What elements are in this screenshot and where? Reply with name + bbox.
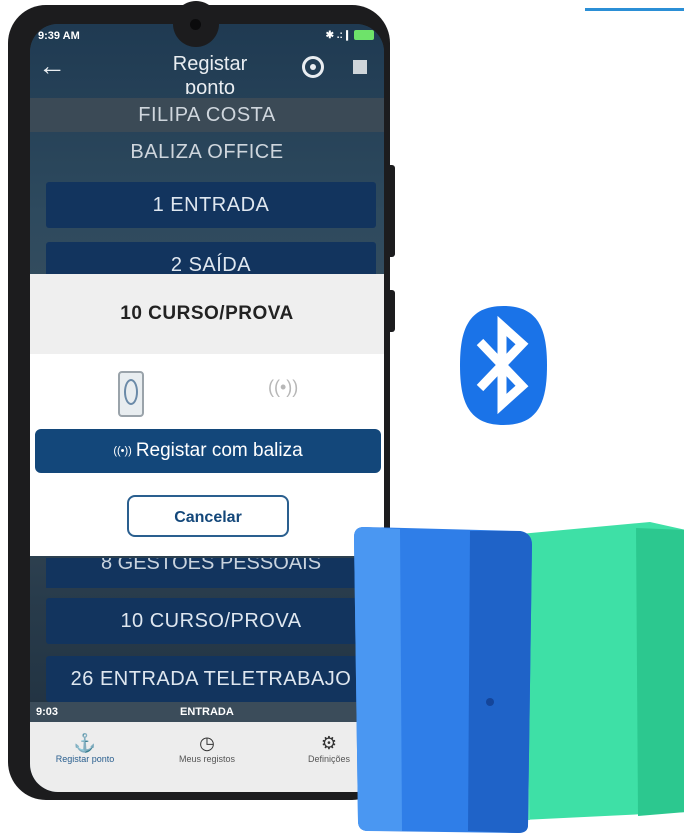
last-record-type: ENTRADA bbox=[180, 706, 234, 718]
beacon-signal-icon: ((•)) bbox=[268, 377, 299, 397]
bottom-navigation: ⚓ Registar ponto ◷ Meus registos ⚙ Defin… bbox=[30, 722, 384, 792]
register-dialog: 10 CURSO/PROVA ((•)) ((•)) Registar com b… bbox=[30, 274, 384, 556]
phone-screen: 9:39 AM ✱ .:❙ ← Registar ponto FILIPA CO… bbox=[30, 24, 384, 792]
dialog-title: 10 CURSO/PROVA bbox=[30, 274, 384, 354]
app-bar: ← Registar ponto bbox=[30, 48, 384, 94]
nav-meus-registos[interactable]: ◷ Meus registos bbox=[152, 732, 262, 764]
menu-item-gestoes-pessoais[interactable]: 8 GESTÕES PESSOAIS bbox=[46, 558, 376, 588]
employee-location: BALIZA OFFICE bbox=[130, 141, 284, 163]
status-time: 9:39 AM bbox=[38, 30, 80, 42]
employee-name: FILIPA COSTA bbox=[30, 98, 384, 132]
accent-line bbox=[585, 8, 684, 11]
menu-item-curso-prova[interactable]: 10 CURSO/PROVA bbox=[46, 598, 376, 644]
menu-item-entrada-teletrabajo[interactable]: 26 ENTRADA TELETRABAJO bbox=[46, 656, 376, 702]
beacon-icon: ((•)) bbox=[113, 445, 132, 457]
bluetooth-icon bbox=[460, 306, 547, 425]
register-with-beacon-button[interactable]: ((•)) Registar com baliza bbox=[35, 429, 381, 473]
phone-frame: 9:39 AM ✱ .:❙ ← Registar ponto FILIPA CO… bbox=[8, 1, 390, 800]
last-record-bar: 9:03 ENTRADA bbox=[30, 702, 384, 722]
arrow-left-icon[interactable]: ← bbox=[38, 52, 66, 80]
page-title: Registar ponto bbox=[172, 53, 248, 94]
status-icons: ✱ .:❙ bbox=[326, 30, 374, 41]
green-beacon bbox=[520, 522, 684, 820]
stop-icon[interactable] bbox=[353, 60, 367, 74]
cancel-button[interactable]: Cancelar bbox=[127, 495, 289, 537]
clock-icon: ◷ bbox=[199, 733, 215, 753]
nav-label: Registar ponto bbox=[55, 754, 115, 764]
blue-beacon bbox=[354, 527, 532, 833]
menu-item-label: 8 GESTÕES PESSOAIS bbox=[100, 558, 322, 574]
nav-label: Meus registos bbox=[178, 754, 236, 764]
signal-icon: ✱ .:❙ bbox=[325, 30, 352, 41]
beacon-scan-icon[interactable] bbox=[302, 56, 324, 78]
menu-item-entrada[interactable]: 1 ENTRADA bbox=[46, 182, 376, 228]
anchor-icon: ⚓ bbox=[73, 733, 97, 753]
last-record-time: 9:03 bbox=[36, 706, 59, 718]
nav-registar-ponto[interactable]: ⚓ Registar ponto bbox=[30, 732, 140, 764]
front-camera bbox=[173, 1, 219, 47]
battery-icon bbox=[354, 30, 374, 41]
phone-nfc-icon bbox=[118, 371, 144, 417]
button-label: Registar com baliza bbox=[135, 440, 303, 462]
nav-label: Definições bbox=[307, 754, 351, 764]
